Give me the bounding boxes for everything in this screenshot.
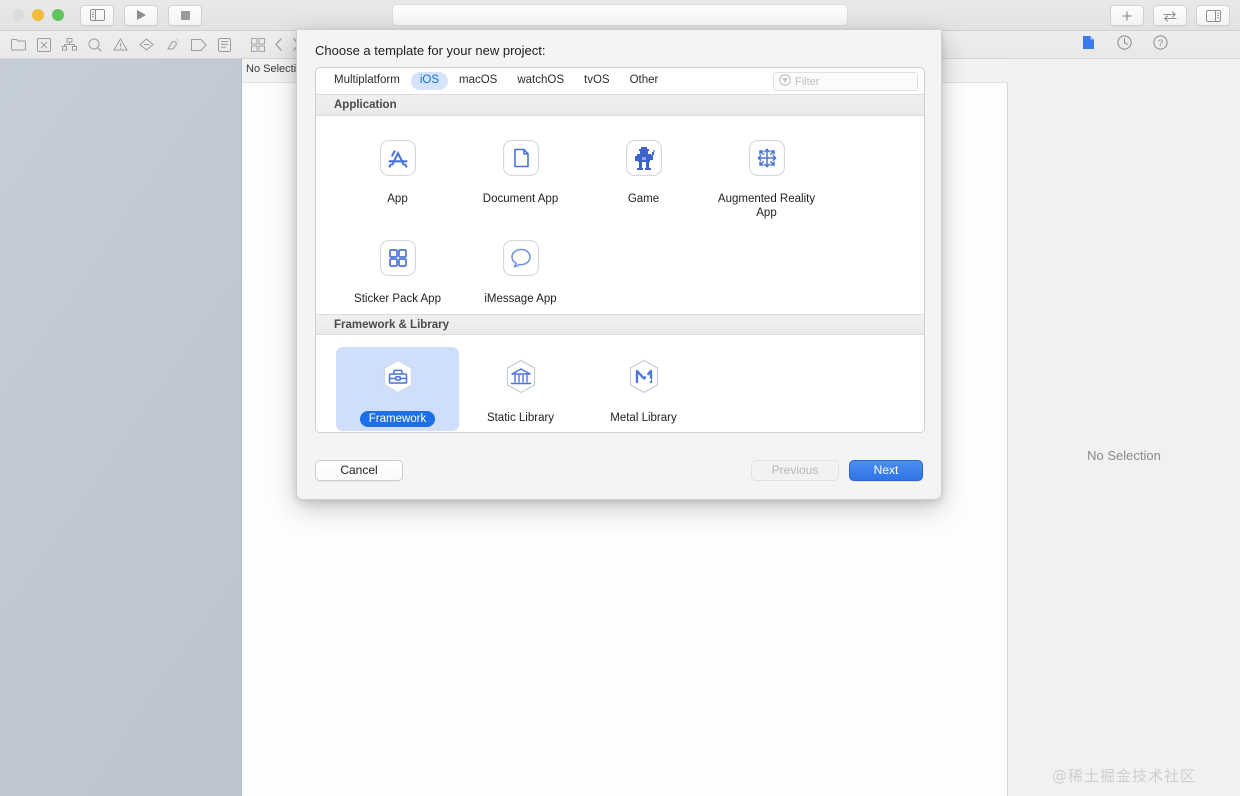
sidebar-toggle-button[interactable] <box>80 4 114 26</box>
titlebar-right-controls <box>1110 5 1230 26</box>
template-label: iMessage App <box>484 293 557 305</box>
play-icon <box>136 9 147 21</box>
section-header-framework-library: Framework & Library <box>316 314 924 335</box>
filter-icon <box>779 73 791 91</box>
template-label: Game <box>627 193 660 205</box>
traffic-lights <box>12 9 64 21</box>
game-character-icon <box>622 136 666 180</box>
template-document-app[interactable]: Document App <box>459 128 582 224</box>
swap-editors-button[interactable] <box>1153 5 1187 26</box>
activity-status-bar <box>392 4 848 26</box>
source-control-icon[interactable] <box>36 37 51 52</box>
template-label: Framework <box>359 411 436 427</box>
chevron-left-icon[interactable] <box>274 38 283 51</box>
inspector-tab-bar: ? <box>1008 31 1240 59</box>
template-label: Static Library <box>486 412 555 424</box>
metal-m-hexagon-icon <box>622 355 666 399</box>
template-metal-library[interactable]: Metal Library <box>582 347 705 431</box>
xcode-window: No Selection ? No Selection @稀土掘金技术社区 Ch… <box>0 0 1240 796</box>
inspector-toggle-button[interactable] <box>1196 5 1230 26</box>
template-label: Augmented Reality App <box>717 193 816 219</box>
sticker-grid-icon <box>376 236 420 280</box>
zoom-button[interactable] <box>52 9 64 21</box>
tag-icon[interactable] <box>191 38 207 51</box>
template-label: Document App <box>482 193 559 205</box>
template-imessage-app[interactable]: iMessage App <box>459 228 582 310</box>
symbol-hierarchy-icon[interactable] <box>61 38 77 51</box>
cancel-button[interactable]: Cancel <box>315 459 403 481</box>
add-button[interactable] <box>1110 5 1144 26</box>
template-label: App <box>387 193 408 205</box>
dialog-footer: Cancel Previous Next <box>297 441 941 499</box>
quick-help-inspector-tab[interactable]: ? <box>1150 34 1170 55</box>
swap-arrows-icon <box>1162 10 1178 22</box>
file-inspector-tab[interactable] <box>1078 35 1098 55</box>
platform-tab-other[interactable]: Other <box>621 72 668 90</box>
right-panel-icon <box>1205 9 1221 22</box>
dialog-body: Multiplatform iOS macOS watchOS tvOS Oth… <box>297 67 941 433</box>
document-page-icon <box>499 136 543 180</box>
stop-icon <box>180 10 191 21</box>
platform-tab-bar: Multiplatform iOS macOS watchOS tvOS Oth… <box>316 68 924 95</box>
history-inspector-tab[interactable] <box>1114 34 1134 55</box>
close-button[interactable] <box>12 9 24 21</box>
appstore-a-icon <box>376 136 420 180</box>
breakpoint-icon[interactable] <box>139 38 154 51</box>
dialog-title: Choose a template for your new project: <box>315 43 546 58</box>
platform-tab-watchos[interactable]: watchOS <box>508 72 573 90</box>
inspector-panel: ? No Selection @稀土掘金技术社区 <box>1008 31 1240 796</box>
template-augmented-reality-app[interactable]: Augmented Reality App <box>705 128 828 224</box>
application-template-grid: App Document App Game Augmented Reality … <box>316 128 924 314</box>
search-icon[interactable] <box>88 38 102 52</box>
grid-icon[interactable] <box>251 37 265 52</box>
sidebar-icon <box>89 9 105 21</box>
template-app[interactable]: App <box>336 128 459 224</box>
navigator-toolbar <box>0 31 242 59</box>
template-sticker-pack-app[interactable]: Sticker Pack App <box>336 228 459 310</box>
framework-template-grid: Framework Static Library Metal Library <box>316 347 924 432</box>
inspector-content: No Selection @稀土掘金技术社区 <box>1008 59 1240 796</box>
template-label: Sticker Pack App <box>354 293 441 305</box>
section-body-application: App Document App Game Augmented Reality … <box>316 116 924 314</box>
report-icon[interactable] <box>218 37 232 52</box>
svg-text:?: ? <box>1157 38 1162 49</box>
debug-icon[interactable] <box>165 38 180 51</box>
folder-icon[interactable] <box>10 38 26 51</box>
template-game[interactable]: Game <box>582 128 705 224</box>
section-body-framework-library: Framework Static Library Metal Library <box>316 335 924 432</box>
stop-button[interactable] <box>168 4 202 26</box>
platform-tab-multiplatform[interactable]: Multiplatform <box>325 72 409 90</box>
toolbox-hexagon-icon <box>376 355 420 399</box>
template-label: Metal Library <box>610 412 677 424</box>
next-button[interactable]: Next <box>849 459 923 481</box>
footer-primary-actions: Previous Next <box>751 459 923 481</box>
platform-tab-ios[interactable]: iOS <box>410 72 448 90</box>
template-static-library[interactable]: Static Library <box>459 347 582 431</box>
filter-placeholder: Filter <box>795 75 820 88</box>
watermark: @稀土掘金技术社区 <box>1051 767 1196 785</box>
plus-icon <box>1121 10 1133 22</box>
file-icon <box>1082 35 1095 55</box>
template-framework[interactable]: Framework <box>336 347 459 431</box>
bank-hexagon-icon <box>499 355 543 399</box>
new-project-template-dialog: Choose a template for your new project: … <box>296 30 942 500</box>
speech-bubble-icon <box>499 236 543 280</box>
section-header-application: Application <box>316 95 924 116</box>
platform-tab-macos[interactable]: macOS <box>450 72 506 90</box>
question-mark-icon: ? <box>1152 34 1168 55</box>
clock-icon <box>1116 34 1132 55</box>
filter-field[interactable]: Filter <box>773 72 918 91</box>
platform-tab-tvos[interactable]: tvOS <box>575 72 619 90</box>
ar-arrows-icon <box>745 136 789 180</box>
warning-triangle-icon[interactable] <box>113 38 128 51</box>
titlebar <box>0 0 1240 31</box>
template-picker: Multiplatform iOS macOS watchOS tvOS Oth… <box>315 67 925 433</box>
previous-button[interactable]: Previous <box>751 459 839 481</box>
inspector-empty-state: No Selection <box>1087 448 1161 463</box>
minimize-button[interactable] <box>32 9 44 21</box>
run-button[interactable] <box>124 4 158 26</box>
project-navigator[interactable] <box>0 59 242 796</box>
